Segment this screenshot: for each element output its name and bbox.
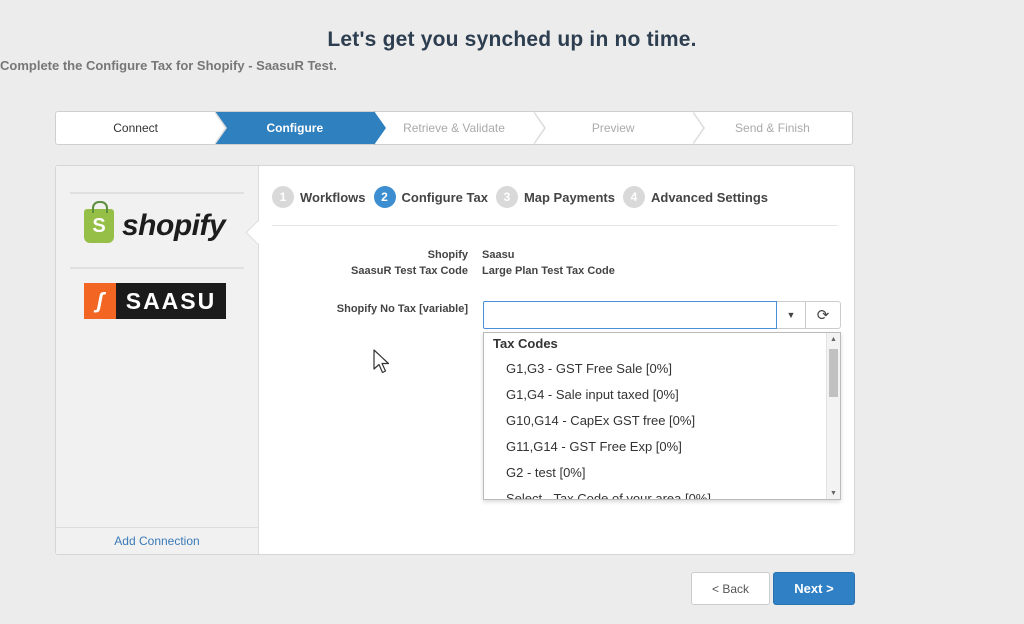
dropdown-group-header: Tax Codes (493, 336, 558, 351)
step-arrow (532, 111, 546, 145)
dropdown-option[interactable]: G11,G14 - GST Free Exp [0%] (484, 434, 840, 460)
substep-number: 1 (272, 186, 294, 208)
substep-label: Map Payments (523, 189, 615, 205)
dropdown-option[interactable]: Select - Tax Code of your area [0%] (484, 486, 840, 499)
sidebar-divider (70, 192, 244, 194)
step-arrow (214, 111, 228, 145)
dropdown-option[interactable]: G2 - test [0%] (484, 460, 840, 486)
dropdown-option[interactable]: G10,G14 - CapEx GST free [0%] (484, 408, 840, 434)
mouse-cursor-icon (373, 349, 390, 374)
substep-number: 2 (373, 186, 396, 208)
add-connection-link[interactable]: Add Connection (56, 527, 258, 554)
substep-workflows[interactable]: 1 Workflows (272, 186, 366, 208)
step-configure[interactable]: Configure (215, 111, 387, 145)
mapping-target-value: Large Plan Test Tax Code (482, 265, 615, 277)
scroll-down-icon[interactable]: ▼ (827, 487, 840, 499)
dropdown-option[interactable]: G1,G4 - Sale input taxed [0%] (484, 382, 840, 408)
substep-advanced-settings[interactable]: 4 Advanced Settings (622, 186, 769, 208)
shopify-wordmark: shopify (122, 209, 226, 242)
scrollbar-thumb[interactable] (829, 349, 838, 397)
configure-substeps: 1 Workflows 2 Configure Tax 3 Map Paymen… (272, 186, 776, 208)
page-subtitle: Complete the Configure Tax for Shopify -… (0, 58, 337, 73)
wizard-progress: Connect Configure Retrieve & Validate Pr… (55, 111, 853, 145)
substep-configure-tax[interactable]: 2 Configure Tax (373, 186, 488, 208)
sidebar-divider (70, 267, 244, 269)
step-connect[interactable]: Connect (56, 111, 228, 145)
substep-number: 4 (622, 186, 645, 208)
mapping-header-shopify: Shopify (427, 249, 468, 261)
step-label: Preview (591, 121, 635, 135)
step-send-finish[interactable]: Send & Finish (693, 112, 852, 144)
tax-field-label: Shopify No Tax [variable] (336, 303, 468, 315)
step-label: Configure (266, 121, 324, 135)
step-label: Retrieve & Validate (403, 121, 505, 135)
substep-label: Workflows (300, 189, 366, 205)
substeps-divider (272, 225, 838, 226)
next-button[interactable]: Next > (773, 572, 855, 605)
mapping-header-saasu: Saasu (482, 249, 515, 261)
step-preview[interactable]: Preview (534, 111, 705, 145)
dropdown-scrollbar[interactable]: ▲ ▼ (826, 333, 840, 499)
refresh-icon[interactable]: ⟳ (806, 301, 841, 329)
back-button[interactable]: < Back (691, 572, 770, 605)
shopify-logo[interactable]: S shopify (84, 201, 226, 243)
substep-map-payments[interactable]: 3 Map Payments (495, 186, 615, 208)
step-retrieve-validate[interactable]: Retrieve & Validate (374, 111, 546, 145)
substep-label: Configure Tax (401, 189, 488, 205)
shopify-bag-icon: S (84, 201, 114, 243)
saasu-logo[interactable]: ʃ SAASU (84, 283, 226, 319)
chevron-down-icon[interactable]: ▼ (777, 301, 806, 329)
main-panel: S shopify ʃ SAASU Add Connection 1 Workf… (55, 165, 855, 555)
dropdown-option[interactable]: G1,G3 - GST Free Sale [0%] (484, 356, 840, 382)
mapping-source-label: SaasuR Test Tax Code (351, 265, 468, 277)
step-arrow (373, 111, 387, 145)
scroll-up-icon[interactable]: ▲ (827, 333, 840, 345)
saasu-wordmark: SAASU (125, 287, 217, 314)
step-label: Send & Finish (735, 121, 810, 135)
tax-code-dropdown: Tax Codes G1,G3 - GST Free Sale [0%] G1,… (483, 332, 841, 500)
substep-number: 3 (495, 186, 518, 208)
step-label: Connect (113, 121, 158, 135)
step-arrow (691, 111, 705, 145)
page-header: Let's get you synched up in no time. Com… (0, 28, 1024, 73)
connection-sidebar: S shopify ʃ SAASU Add Connection (56, 166, 259, 554)
tax-code-select[interactable] (483, 301, 777, 329)
saasu-mark-icon: ʃ (84, 283, 116, 319)
substep-label: Advanced Settings (650, 189, 769, 205)
page-title: Let's get you synched up in no time. (327, 28, 697, 51)
